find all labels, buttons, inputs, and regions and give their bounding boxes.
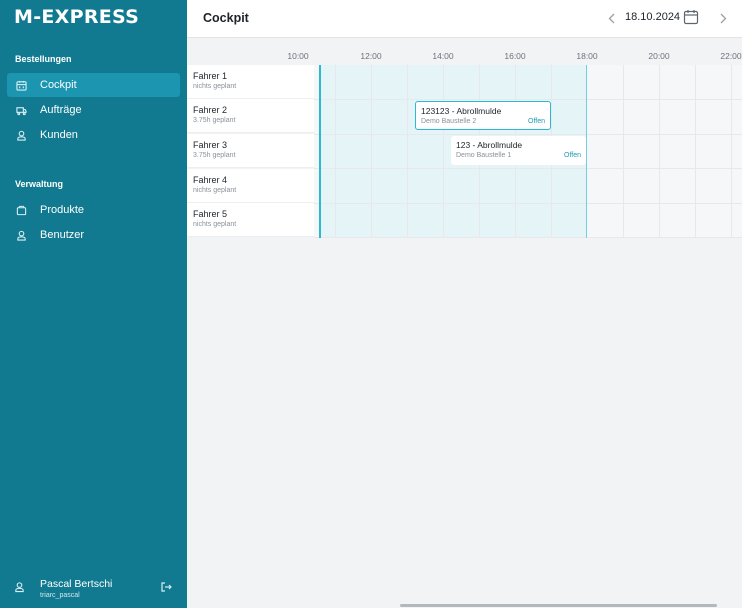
sidebar-item-auftraege[interactable]: Aufträge	[7, 98, 180, 122]
hour-label: 14:00	[432, 51, 454, 61]
section-title-verwaltung: Verwaltung	[15, 179, 64, 189]
prev-day-button[interactable]	[605, 11, 617, 25]
job-card[interactable]: 123 - Abrollmulde Demo Baustelle 1 Offen	[451, 136, 586, 165]
logout-icon[interactable]	[160, 580, 172, 592]
calendar-button[interactable]	[683, 9, 699, 25]
job-site: Demo Baustelle 2	[421, 118, 477, 125]
calendar-icon	[683, 10, 699, 25]
hour-label: 22:00	[720, 51, 742, 61]
chevron-left-icon	[608, 13, 614, 23]
page-title: Cockpit	[203, 11, 249, 25]
driver-planned: nichts geplant	[193, 221, 237, 228]
driver-name: Fahrer 2	[193, 105, 228, 115]
driver-planned: 3.75h geplant	[193, 117, 236, 124]
driver-name: Fahrer 1	[193, 71, 228, 81]
user-profile: Pascal Bertschi triarc_pascal	[0, 572, 187, 608]
sidebar-item-label: Benutzer	[40, 229, 85, 241]
hour-label: 10:00	[287, 51, 309, 61]
section-title-bestellungen: Bestellungen	[15, 54, 72, 64]
next-day-button[interactable]	[717, 11, 729, 25]
driver-row[interactable]: Fahrer 3 3.75h geplant	[187, 134, 314, 168]
job-title: 123 - Abrollmulde	[456, 140, 523, 150]
job-title: 123123 - Abrollmulde	[421, 106, 502, 116]
sidebar-item-kunden[interactable]: Kunden	[7, 123, 180, 147]
sidebar-item-label: Aufträge	[40, 104, 82, 116]
chevron-right-icon	[720, 13, 726, 23]
current-time-indicator	[319, 65, 321, 238]
truck-icon	[14, 103, 28, 117]
sidebar-item-produkte[interactable]: Produkte	[7, 198, 180, 222]
date-display[interactable]: 18.10.2024	[625, 11, 680, 23]
job-card[interactable]: 123123 - Abrollmulde Demo Baustelle 2 Of…	[415, 101, 551, 130]
driver-planned: nichts geplant	[193, 187, 237, 194]
driver-row[interactable]: Fahrer 2 3.75h geplant	[187, 99, 314, 133]
user-id: triarc_pascal	[40, 592, 80, 599]
horizontal-scrollbar[interactable]	[400, 604, 717, 607]
job-site: Demo Baustelle 1	[456, 152, 512, 159]
user-icon	[14, 228, 28, 242]
driver-name: Fahrer 3	[193, 140, 228, 150]
sidebar-item-benutzer[interactable]: Benutzer	[7, 223, 180, 247]
driver-row[interactable]: Fahrer 4 nichts geplant	[187, 169, 314, 203]
driver-planned: 3.75h geplant	[193, 152, 236, 159]
job-status: Offen	[564, 152, 581, 159]
calendar-icon	[14, 78, 28, 92]
user-name: Pascal Bertschi	[40, 578, 113, 590]
driver-row[interactable]: Fahrer 5 nichts geplant	[187, 203, 314, 237]
sidebar-item-cockpit[interactable]: Cockpit	[7, 73, 180, 97]
hour-label: 12:00	[360, 51, 382, 61]
sidebar: M-EXPRESS Bestellungen Cockpit Aufträge …	[0, 0, 187, 608]
user-icon	[14, 128, 28, 142]
sidebar-item-label: Produkte	[40, 204, 85, 216]
timeline: 10:00 12:00 14:00 16:00 18:00 20:00 22:0…	[187, 38, 742, 238]
box-icon	[14, 203, 28, 217]
sidebar-item-label: Cockpit	[40, 79, 77, 91]
user-icon	[14, 580, 25, 593]
app-logo[interactable]: M-EXPRESS	[14, 6, 139, 28]
driver-row[interactable]: Fahrer 1 nichts geplant	[187, 65, 314, 99]
header: Cockpit 18.10.2024	[187, 0, 742, 38]
hour-label: 20:00	[648, 51, 670, 61]
driver-name: Fahrer 5	[193, 209, 228, 219]
hour-label: 18:00	[576, 51, 598, 61]
hour-label: 16:00	[504, 51, 526, 61]
end-time-line	[586, 65, 587, 238]
sidebar-item-label: Kunden	[40, 129, 78, 141]
job-status: Offen	[528, 118, 545, 125]
driver-planned: nichts geplant	[193, 83, 237, 90]
driver-name: Fahrer 4	[193, 175, 228, 185]
